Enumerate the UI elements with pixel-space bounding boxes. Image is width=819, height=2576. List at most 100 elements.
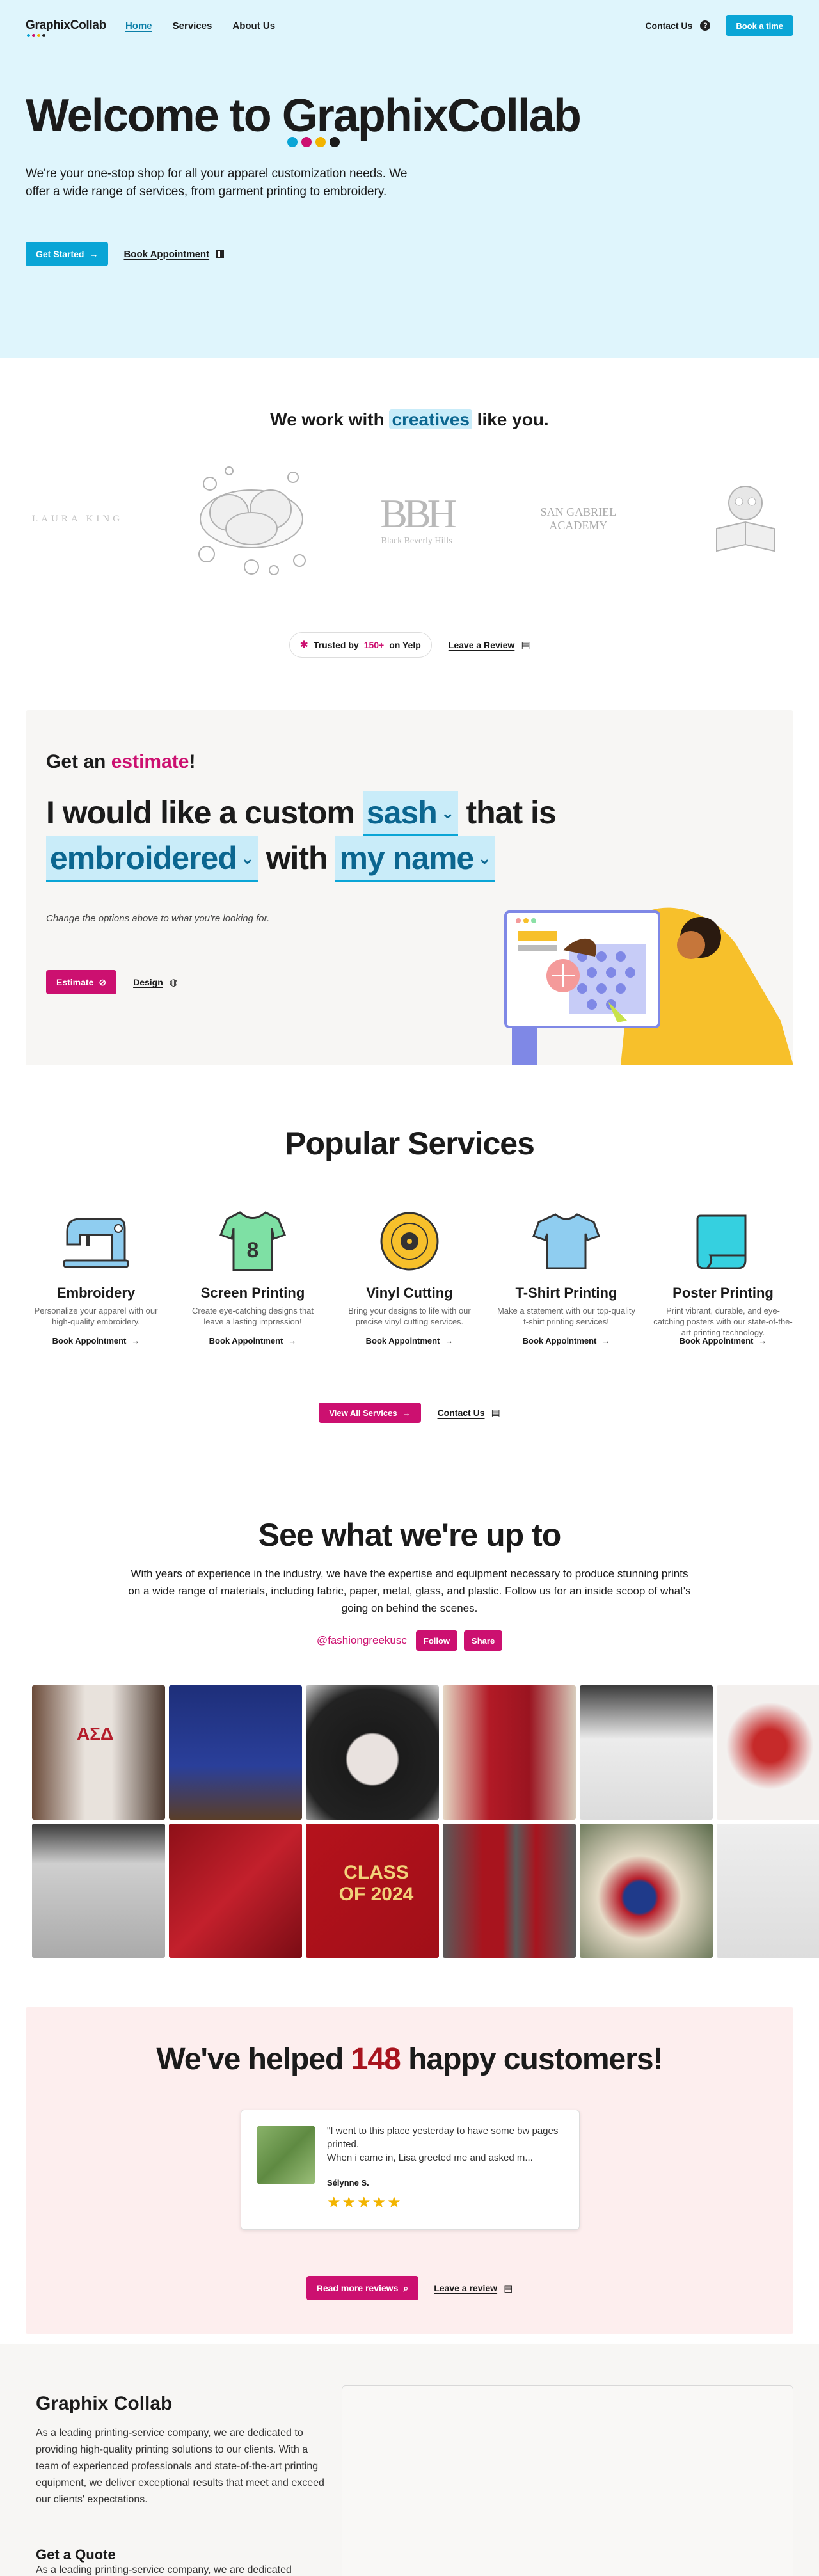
services-title: Popular Services (285, 1125, 535, 1161)
reviews-heading: We've helped 148 happy customers! (156, 2042, 663, 2076)
vinyl-record-icon (380, 1212, 439, 1271)
service-card-embroidery: Embroidery Personalize your apparel with… (26, 1209, 166, 1347)
sewing-machine-icon (63, 1218, 129, 1268)
design-link[interactable]: Design ◍ (133, 976, 178, 988)
hero-section: GraphixCollab Home Services About Us Con… (0, 0, 819, 358)
help-icon[interactable]: ? (700, 20, 711, 31)
yelp-icon: ✱ (299, 640, 308, 651)
arrow-right-icon: → (402, 1408, 411, 1418)
review-card[interactable]: "I went to this place yesterday to have … (241, 2110, 580, 2230)
yelp-trust-badge[interactable]: ✱ Trusted by 150+ on Yelp (289, 632, 432, 658)
service-desc: Create eye-catching designs that leave a… (191, 1306, 314, 1326)
gallery-photo[interactable]: CLASS OF 2024 (306, 1824, 439, 1958)
social-actions: @fashiongreekusc Follow Share (0, 1630, 819, 1651)
gallery-photo[interactable] (717, 1824, 819, 1958)
follow-button[interactable]: Follow (415, 1630, 458, 1651)
comment-icon: ▤ (521, 640, 530, 651)
get-started-label: Get Started (36, 249, 84, 259)
service-name: Embroidery (56, 1285, 136, 1301)
arrow-right-icon: → (89, 249, 99, 259)
search-icon: ⌕ (403, 2282, 409, 2293)
services-contact-link[interactable]: Contact Us ▤ (438, 1407, 500, 1419)
leave-review-link[interactable]: Leave a Review ▤ (449, 639, 530, 651)
share-button[interactable]: Share (464, 1630, 503, 1651)
hero-title: Welcome to GraphixCollab (26, 90, 582, 147)
nav-services[interactable]: Services (173, 20, 212, 31)
book-appointment-link[interactable]: Book Appointment → (52, 1336, 140, 1346)
footer: Graphix Collab As a leading printing-ser… (0, 2344, 819, 2576)
check-circle-icon: ⊘ (99, 976, 107, 987)
jersey-icon: 8 (219, 1211, 286, 1271)
reviews-section: We've helped 148 happy customers! "I wen… (26, 2007, 793, 2334)
book-appointment-link[interactable]: Book Appointment (123, 249, 225, 260)
social-title: See what we're up to (258, 1517, 562, 1553)
gallery-photo[interactable] (306, 1685, 439, 1820)
service-card-tshirt-printing: T-Shirt Printing Make a statement with o… (496, 1209, 637, 1347)
book-a-time-button[interactable]: Book a time (726, 15, 793, 36)
client-logo-san-gabriel: SAN GABRIEL ACADEMY (540, 505, 617, 532)
quote-title: Get a Quote (36, 2547, 116, 2563)
instagram-handle[interactable]: @fashiongreekusc (317, 1634, 407, 1647)
top-nav: GraphixCollab Home Services About Us Con… (0, 0, 819, 51)
leave-review-link-bottom[interactable]: Leave a review ▤ (434, 2282, 513, 2294)
svg-text:8: 8 (247, 1238, 259, 1262)
client-logo-bubbles (198, 466, 306, 575)
estimate-sentence: I would like a custom sash ⌄ that is embr… (46, 791, 557, 882)
reviewer-photo (257, 2126, 315, 2184)
estimate-section: Get an estimate! I would like a custom s… (26, 710, 793, 1065)
hero-title-brand: GraphixCollab (282, 90, 582, 141)
service-desc: Bring your designs to life with our prec… (348, 1306, 471, 1326)
gallery-photo[interactable]: ΑΣΔ (32, 1685, 165, 1820)
book-appointment-link[interactable]: Book Appointment → (209, 1336, 297, 1346)
service-name: Poster Printing (672, 1285, 774, 1301)
service-desc: Make a statement with our top-quality t-… (497, 1306, 636, 1326)
book-appointment-link[interactable]: Book Appointment → (366, 1336, 454, 1346)
book-appointment-link[interactable]: Book Appointment → (680, 1336, 767, 1346)
nav-about[interactable]: About Us (232, 20, 275, 31)
view-all-services-button[interactable]: View All Services → (319, 1403, 421, 1423)
footer-description: As a leading printing-service company, w… (36, 2428, 324, 2505)
arrow-right-icon: → (758, 1336, 767, 1346)
gallery-photo[interactable] (580, 1824, 713, 1958)
book-appointment-link[interactable]: Book Appointment → (523, 1336, 610, 1346)
brand-name: GraphixCollab (26, 19, 106, 32)
gallery-photo[interactable] (169, 1824, 302, 1958)
gallery-photo[interactable] (32, 1824, 165, 1958)
product-select[interactable]: sash ⌄ (362, 791, 458, 836)
service-card-vinyl-cutting: Vinyl Cutting Bring your designs to life… (339, 1209, 480, 1347)
gallery-photo[interactable] (580, 1685, 713, 1820)
gallery-photo[interactable] (443, 1824, 576, 1958)
client-logo-reader (716, 486, 775, 552)
services-grid: Embroidery Personalize your apparel with… (26, 1209, 793, 1347)
gallery-photo[interactable] (717, 1685, 819, 1820)
estimate-button[interactable]: Estimate ⊘ (46, 970, 117, 994)
gallery-row-2: CLASS OF 2024 (32, 1824, 819, 1958)
service-name: Vinyl Cutting (366, 1285, 453, 1301)
chevron-down-icon: ⌄ (240, 848, 255, 868)
estimate-note: Change the options above to what you're … (46, 913, 270, 924)
services-actions: View All Services → Contact Us ▤ (0, 1403, 819, 1423)
poster-scroll-icon (696, 1214, 747, 1269)
read-more-reviews-button[interactable]: Read more reviews ⌕ (306, 2276, 419, 2300)
client-logo-bbh: BBH Black Beverly Hills (380, 491, 457, 546)
tshirt-icon (532, 1213, 600, 1269)
service-card-poster-printing: Poster Printing Print vibrant, durable, … (653, 1209, 793, 1347)
gallery-photo[interactable] (169, 1685, 302, 1820)
estimate-actions: Estimate ⊘ Design ◍ (46, 970, 178, 994)
quote-description: As a leading printing-service company, w… (36, 2564, 292, 2575)
calendar-book-icon (216, 250, 225, 258)
service-name: Screen Printing (200, 1285, 305, 1301)
nav-home[interactable]: Home (125, 20, 152, 31)
gallery-photo[interactable] (443, 1685, 576, 1820)
client-logos: LAURA KING BBH Black Beverly Hills SAN G… (32, 458, 787, 580)
service-name: T-Shirt Printing (515, 1285, 617, 1301)
arrow-right-icon: → (288, 1336, 297, 1346)
nav-contact-link[interactable]: Contact Us (645, 20, 692, 31)
quote-form-panel[interactable] (342, 2385, 793, 2576)
book-appointment-label: Book Appointment (123, 248, 210, 260)
brand-logo[interactable]: GraphixCollab (26, 19, 106, 37)
creatives-highlight: creatives (389, 409, 472, 429)
get-started-button[interactable]: Get Started → (26, 242, 109, 266)
creatives-heading: We work with creatives like you. (270, 409, 549, 429)
method-select[interactable]: embroidered ⌄ (46, 836, 258, 882)
